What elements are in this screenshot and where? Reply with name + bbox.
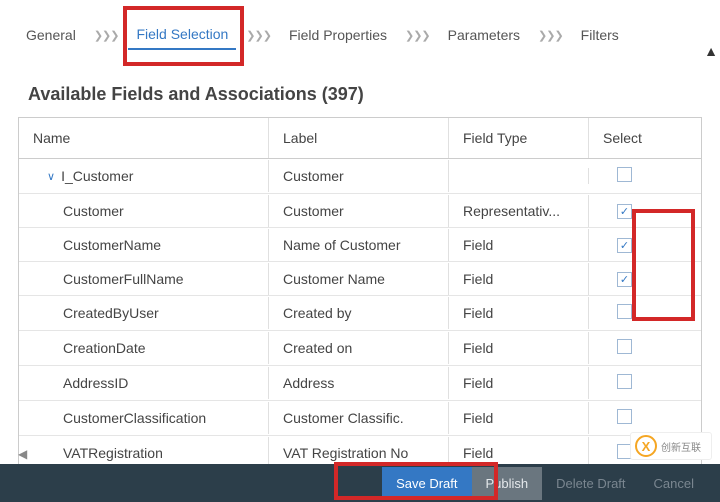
- table-row[interactable]: CustomerFullNameCustomer NameField ✓: [19, 262, 701, 296]
- col-header-name[interactable]: Name: [19, 118, 269, 158]
- cell-label: Customer Name: [269, 263, 449, 295]
- delete-draft-button[interactable]: Delete Draft: [542, 467, 639, 500]
- cell-label: Created by: [269, 297, 449, 329]
- highlight-box: [334, 462, 498, 500]
- select-checkbox[interactable]: [617, 304, 632, 319]
- table-body: ∨I_CustomerCustomerCustomerCustomerRepre…: [19, 159, 701, 471]
- fields-table: Name Label Field Type Select ∨I_Customer…: [18, 117, 702, 472]
- select-checkbox[interactable]: [617, 409, 632, 424]
- cancel-button[interactable]: Cancel: [640, 467, 708, 500]
- cell-name: Customer: [19, 195, 269, 227]
- col-header-select[interactable]: Select: [589, 118, 669, 158]
- expand-icon[interactable]: ∨: [47, 170, 55, 183]
- cell-type: Field: [449, 367, 589, 399]
- cell-type: [449, 168, 589, 184]
- chevron-right-icon: ❯❯❯: [240, 29, 277, 42]
- select-checkbox[interactable]: [617, 167, 632, 182]
- cell-select: [589, 401, 669, 435]
- cell-label: Address: [269, 367, 449, 399]
- select-checkbox[interactable]: ✓: [617, 272, 632, 287]
- watermark-logo-icon: X: [635, 435, 657, 457]
- select-checkbox[interactable]: ✓: [617, 204, 632, 219]
- table-row[interactable]: CustomerNameName of CustomerField ✓: [19, 228, 701, 262]
- highlight-box: [632, 209, 695, 321]
- cell-select: [589, 159, 669, 193]
- cell-type: Field: [449, 402, 589, 434]
- watermark-text: 创新互联: [661, 439, 701, 454]
- select-checkbox[interactable]: [617, 339, 632, 354]
- chevron-right-icon: ❯❯❯: [399, 29, 436, 42]
- cell-name: AddressID: [19, 367, 269, 399]
- tab-filters[interactable]: Filters: [573, 21, 627, 49]
- cell-name: CustomerClassification: [19, 402, 269, 434]
- cell-label: Created on: [269, 332, 449, 364]
- cell-type: Field: [449, 263, 589, 295]
- cell-type: Representativ...: [449, 195, 589, 227]
- select-checkbox[interactable]: ✓: [617, 238, 632, 253]
- tab-general[interactable]: General: [18, 21, 84, 49]
- table-row[interactable]: CreationDateCreated onField: [19, 331, 701, 366]
- tab-parameters[interactable]: Parameters: [440, 21, 528, 49]
- table-row[interactable]: AddressIDAddressField: [19, 366, 701, 401]
- table-row[interactable]: CustomerCustomerRepresentativ...✓: [19, 194, 701, 228]
- cell-name: CreatedByUser: [19, 297, 269, 329]
- cell-label: Name of Customer: [269, 229, 449, 261]
- breadcrumb-nav: General ❯❯❯ Field Selection ❯❯❯ Field Pr…: [0, 0, 720, 60]
- cell-type: Field: [449, 332, 589, 364]
- chevron-right-icon: ❯❯❯: [532, 29, 569, 42]
- cell-name: CustomerFullName: [19, 263, 269, 295]
- cell-label: Customer: [269, 160, 449, 192]
- tab-field-properties[interactable]: Field Properties: [281, 21, 395, 49]
- cell-type: Field: [449, 297, 589, 329]
- cell-name: CreationDate: [19, 332, 269, 364]
- table-row[interactable]: ∨I_CustomerCustomer: [19, 159, 701, 194]
- table-header: Name Label Field Type Select: [19, 118, 701, 159]
- scroll-up-icon[interactable]: ▲: [702, 38, 720, 64]
- table-row[interactable]: CustomerClassificationCustomer Classific…: [19, 401, 701, 436]
- cell-name: CustomerName: [19, 229, 269, 261]
- section-title: Available Fields and Associations (397): [0, 60, 720, 117]
- cell-select: [589, 366, 669, 400]
- watermark: X 创新互联: [630, 432, 712, 460]
- cell-type: Field: [449, 229, 589, 261]
- cell-label: Customer: [269, 195, 449, 227]
- col-header-label[interactable]: Label: [269, 118, 449, 158]
- table-row[interactable]: CreatedByUserCreated byField: [19, 296, 701, 331]
- cell-name: ∨I_Customer: [19, 160, 269, 192]
- cell-select: [589, 331, 669, 365]
- scroll-left-icon[interactable]: ◀: [18, 447, 36, 461]
- highlight-box: [123, 6, 244, 66]
- chevron-right-icon: ❯❯❯: [88, 29, 125, 42]
- col-header-type[interactable]: Field Type: [449, 118, 589, 158]
- select-checkbox[interactable]: [617, 374, 632, 389]
- cell-label: Customer Classific.: [269, 402, 449, 434]
